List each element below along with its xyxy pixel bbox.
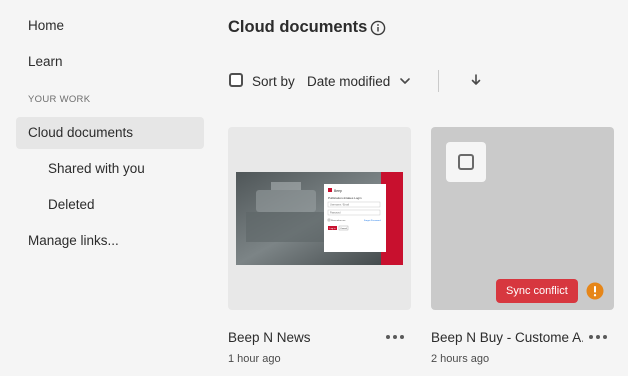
sidebar-item-deleted[interactable]: Deleted — [16, 189, 204, 221]
toolbar-divider — [438, 70, 439, 92]
document-modified-time: 2 hours ago — [431, 353, 490, 365]
sync-conflict-badge[interactable]: Sync conflict — [496, 279, 578, 303]
preview-remember: Remember me — [331, 219, 346, 222]
page-title: Cloud documents — [228, 18, 368, 36]
chevron-down-icon — [400, 78, 410, 84]
preview-login-title: Publication-Intakes Login — [328, 196, 362, 200]
document-name[interactable]: Beep N Buy - Custome A... — [431, 330, 583, 345]
sidebar-section-label: YOUR WORK — [28, 94, 91, 105]
sidebar: Home Learn YOUR WORK Cloud documents Sha… — [0, 0, 212, 376]
sidebar-item-cloud-documents[interactable]: Cloud documents — [16, 117, 204, 149]
preview-cancel-button: Cancel — [340, 228, 347, 230]
document-thumbnail[interactable]: Beep Publication-Intakes Login Username … — [228, 127, 411, 310]
toolbar: Sort by Date modified — [228, 70, 628, 94]
main-content: Cloud documents Sort by Date modified Be… — [212, 0, 628, 376]
preview-username-field: Username / Email — [330, 204, 349, 207]
preview-brand: Beep — [334, 189, 342, 193]
warning-icon[interactable] — [586, 282, 604, 300]
document-modified-time: 1 hour ago — [228, 353, 281, 365]
document-thumbnail[interactable]: Sync conflict — [431, 127, 614, 310]
sidebar-item-learn[interactable]: Learn — [16, 46, 204, 78]
sidebar-item-manage-links[interactable]: Manage links... — [16, 225, 204, 257]
sort-value: Date modified — [307, 74, 391, 89]
sidebar-item-shared-with-you[interactable]: Shared with you — [16, 153, 204, 185]
preview-login-button: Log in — [330, 228, 337, 230]
sort-dropdown[interactable]: Date modified — [307, 70, 417, 94]
preview-forgot: Forgot Password — [364, 219, 381, 222]
select-all-checkbox[interactable] — [229, 73, 243, 87]
info-icon[interactable] — [370, 20, 386, 36]
sort-label: Sort by — [252, 74, 295, 89]
document-preview-image: Beep Publication-Intakes Login Username … — [236, 172, 403, 265]
more-options-icon[interactable] — [589, 335, 609, 341]
sidebar-item-home[interactable]: Home — [16, 10, 204, 42]
preview-password-field: Password — [330, 212, 341, 215]
card-select-checkbox[interactable] — [446, 142, 486, 182]
document-name[interactable]: Beep N News — [228, 330, 380, 345]
arrow-down-icon[interactable] — [469, 72, 483, 88]
more-options-icon[interactable] — [386, 335, 406, 341]
checkbox-square-icon — [458, 154, 474, 170]
